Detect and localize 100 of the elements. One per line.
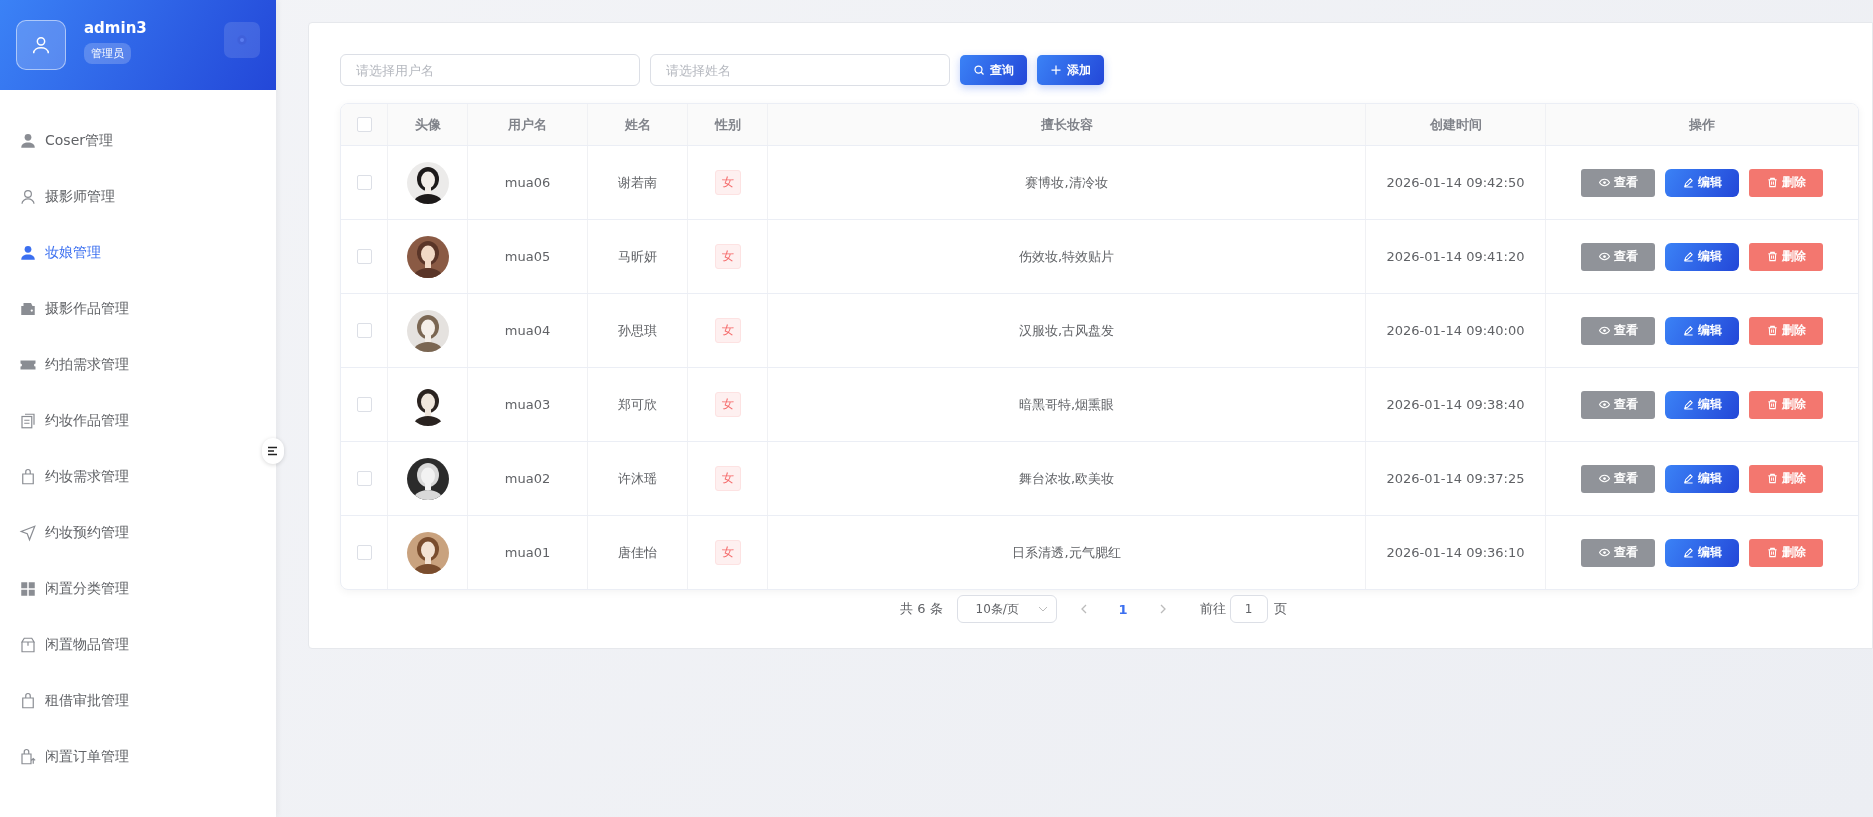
table-cell: 2026-01-14 09:40:00 xyxy=(1386,323,1525,338)
view-button[interactable]: 查看 xyxy=(1581,390,1655,419)
table-cell: mua01 xyxy=(504,545,551,560)
eye-icon xyxy=(1598,325,1610,336)
table-cell: 2026-01-14 09:38:40 xyxy=(1386,397,1525,412)
eye-icon xyxy=(1598,473,1610,484)
page-label: 页 xyxy=(1273,600,1287,618)
eye-icon xyxy=(1598,177,1610,188)
person-icon xyxy=(19,132,37,150)
column-header: 用户名 xyxy=(508,115,547,134)
row-checkbox[interactable] xyxy=(356,175,372,190)
gender-tag: 女 xyxy=(714,466,741,491)
collapse-button[interactable] xyxy=(262,438,284,464)
menu-icon xyxy=(268,446,278,456)
menu-item[interactable]: 摄影师管理 xyxy=(0,169,276,225)
page-size-select[interactable]: 10条/页 xyxy=(956,595,1057,623)
query-button[interactable]: 查询 xyxy=(960,55,1027,85)
pencil-icon xyxy=(1682,547,1694,558)
pencil-icon xyxy=(1682,473,1694,484)
menu-item[interactable]: Coser管理 xyxy=(0,113,276,169)
edit-button[interactable]: 编辑 xyxy=(1665,316,1739,345)
goto-label: 前往 xyxy=(1199,600,1226,618)
select-all-checkbox[interactable] xyxy=(356,117,372,132)
menu-item[interactable]: 摄影作品管理 xyxy=(0,281,276,337)
eye-icon xyxy=(1598,251,1610,262)
username-field[interactable]: 请选择用户名 xyxy=(340,54,640,86)
table-cell: 赛博妆,清冷妆 xyxy=(1025,173,1108,192)
view-button[interactable]: 查看 xyxy=(1581,316,1655,345)
menu-item[interactable]: 约妆作品管理 xyxy=(0,393,276,449)
table-cell: 日系清透,元气腮红 xyxy=(1012,543,1121,562)
bag-icon xyxy=(19,692,37,710)
row-checkbox[interactable] xyxy=(356,249,372,264)
table-cell: 2026-01-14 09:42:50 xyxy=(1386,175,1525,190)
table-cell: 2026-01-14 09:41:20 xyxy=(1386,249,1525,264)
menu-item[interactable]: 闲置物品管理 xyxy=(0,617,276,673)
gender-tag: 女 xyxy=(714,540,741,565)
document-icon xyxy=(19,412,37,430)
menu-item[interactable]: 闲置订单管理 xyxy=(0,729,276,785)
table-cell: mua06 xyxy=(504,175,551,190)
trash-icon xyxy=(1766,473,1778,484)
menu-item[interactable]: 妆娘管理 xyxy=(0,225,276,281)
row-checkbox[interactable] xyxy=(356,323,372,338)
row-checkbox[interactable] xyxy=(356,471,372,486)
table-cell: 唐佳怡 xyxy=(618,543,657,562)
total-count: 共 6 条 xyxy=(900,600,943,618)
gender-tag: 女 xyxy=(714,244,741,269)
menu-item[interactable]: 租借审批管理 xyxy=(0,673,276,729)
gender-tag: 女 xyxy=(714,318,741,343)
trash-icon xyxy=(1766,399,1778,410)
eye-icon xyxy=(1598,547,1610,558)
table-cell: 舞台浓妆,欧美妆 xyxy=(1018,469,1115,488)
edit-button[interactable]: 编辑 xyxy=(1665,168,1739,197)
gender-tag: 女 xyxy=(714,392,741,417)
table-cell: 郑可欣 xyxy=(618,395,657,414)
eye-icon xyxy=(1598,399,1610,410)
column-header: 头像 xyxy=(414,115,441,134)
table-cell: 马昕妍 xyxy=(618,247,657,266)
column-header: 操作 xyxy=(1689,115,1715,134)
search-icon xyxy=(973,64,985,76)
edit-button[interactable]: 编辑 xyxy=(1665,538,1739,567)
page-input[interactable]: 1 xyxy=(1229,595,1268,623)
table-cell: mua04 xyxy=(504,323,551,338)
table-cell: mua05 xyxy=(504,249,551,264)
table-cell: 谢若南 xyxy=(618,173,657,192)
pencil-icon xyxy=(1682,325,1694,336)
wallet-icon xyxy=(19,300,37,318)
column-header: 性别 xyxy=(714,115,741,134)
edit-button[interactable]: 编辑 xyxy=(1665,390,1739,419)
box-icon xyxy=(19,636,37,654)
menu-item[interactable]: 闲置分类管理 xyxy=(0,561,276,617)
menu-item[interactable]: 约妆预约管理 xyxy=(0,505,276,561)
column-header: 姓名 xyxy=(624,115,651,134)
user-avatar[interactable] xyxy=(16,20,66,70)
bag-icon xyxy=(19,748,37,766)
add-button[interactable]: 添加 xyxy=(1037,55,1104,85)
table-cell: 2026-01-14 09:37:25 xyxy=(1386,471,1525,486)
menu-item[interactable]: 约妆需求管理 xyxy=(0,449,276,505)
page-button[interactable]: 1 xyxy=(1110,601,1136,617)
trash-icon xyxy=(1766,325,1778,336)
edit-button[interactable]: 编辑 xyxy=(1665,242,1739,271)
view-button[interactable]: 查看 xyxy=(1581,168,1655,197)
pencil-icon xyxy=(1682,177,1694,188)
edit-button[interactable]: 编辑 xyxy=(1665,464,1739,493)
trash-icon xyxy=(1766,547,1778,558)
menu-item[interactable]: 约拍需求管理 xyxy=(0,337,276,393)
view-button[interactable]: 查看 xyxy=(1581,464,1655,493)
gender-tag: 女 xyxy=(714,170,741,195)
column-header: 创建时间 xyxy=(1429,115,1482,134)
person-icon xyxy=(19,244,37,262)
plus-icon xyxy=(1050,64,1062,76)
name-field[interactable]: 请选择姓名 xyxy=(650,54,950,86)
row-checkbox[interactable] xyxy=(356,545,372,560)
bag-icon xyxy=(19,468,37,486)
view-button[interactable]: 查看 xyxy=(1581,242,1655,271)
table-cell: 汉服妆,古风盘发 xyxy=(1018,321,1115,340)
user-icon xyxy=(30,34,52,56)
view-button[interactable]: 查看 xyxy=(1581,538,1655,567)
chevron-down-icon xyxy=(1037,604,1048,614)
row-checkbox[interactable] xyxy=(356,397,372,412)
settings-button[interactable] xyxy=(224,22,260,58)
